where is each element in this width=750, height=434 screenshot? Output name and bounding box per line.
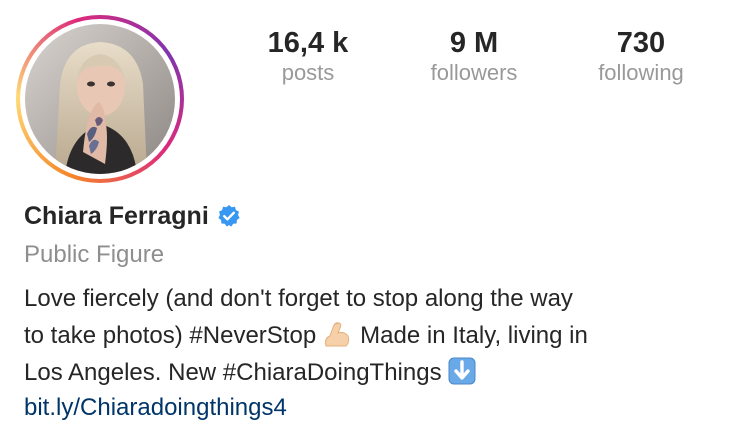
bio-text: Made in Italy, living in bbox=[360, 322, 588, 349]
profile-name: Chiara Ferragni bbox=[24, 202, 209, 230]
following-count: 730 bbox=[616, 27, 666, 59]
verified-badge-icon bbox=[218, 205, 240, 227]
followers-stat[interactable]: 9 M followers bbox=[394, 26, 554, 86]
bio-text: Los Angeles. New #ChiaraDoingThings bbox=[24, 359, 442, 386]
posts-stat[interactable]: 16,4 k posts bbox=[228, 26, 388, 86]
followers-count: 9 M bbox=[449, 27, 499, 59]
avatar[interactable] bbox=[25, 24, 175, 174]
avatar-gap bbox=[20, 19, 180, 179]
bio-line-3: Los Angeles. New #ChiaraDoingThings bbox=[24, 354, 739, 391]
following-label: following bbox=[598, 60, 684, 85]
bio-line-2: to take photos) #NeverStop Made in Italy… bbox=[24, 317, 739, 354]
posts-count: 16,4 k bbox=[267, 27, 349, 59]
followers-label: followers bbox=[430, 60, 518, 85]
profile-name-row: Chiara Ferragni bbox=[24, 200, 241, 232]
following-stat[interactable]: 730 following bbox=[561, 26, 721, 86]
bio-line-1: Love fiercely (and don't forget to stop … bbox=[24, 285, 573, 312]
profile-bio: Love fiercely (and don't forget to stop … bbox=[24, 280, 739, 391]
profile-stats: 16,4 k posts 9 M followers 730 following bbox=[228, 26, 728, 96]
profile-category: Public Figure bbox=[24, 241, 165, 268]
bio-text: to take photos) #NeverStop bbox=[24, 322, 317, 349]
profile-avatar-story-ring[interactable] bbox=[16, 15, 184, 183]
flexed-biceps-icon bbox=[325, 322, 350, 347]
posts-label: posts bbox=[281, 60, 335, 85]
down-arrow-button-icon bbox=[448, 357, 476, 385]
profile-website-link[interactable]: bit.ly/Chiaradoingthings4 bbox=[24, 392, 287, 424]
